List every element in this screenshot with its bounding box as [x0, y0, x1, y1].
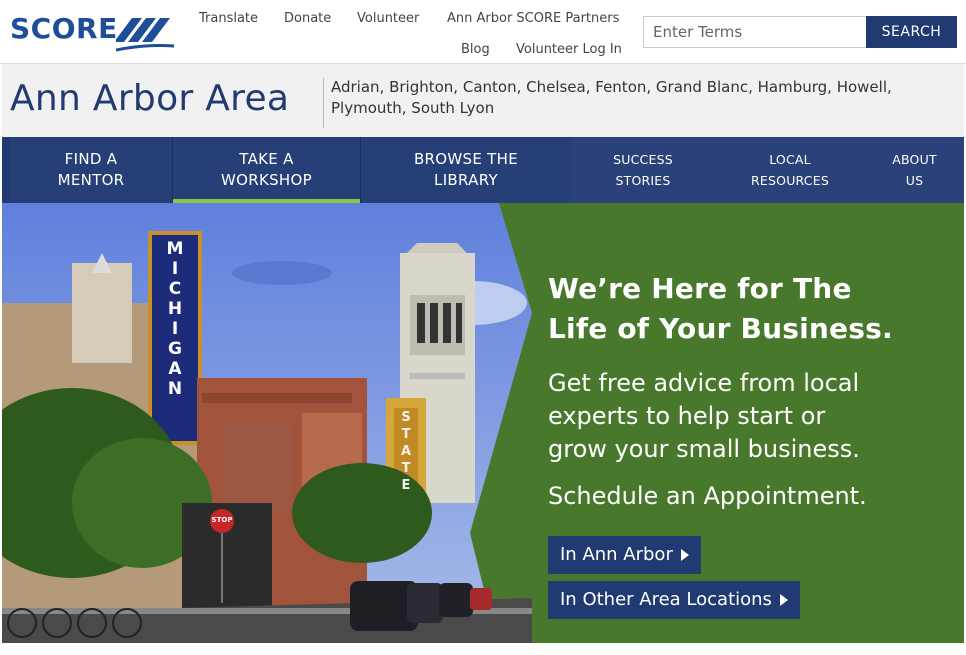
nav-label-line2: MENTOR — [57, 171, 125, 189]
hero-street-photo — [2, 203, 532, 643]
nav-label-line1: ABOUT — [892, 152, 937, 167]
hero-text: We’re Here for The Life of Your Business… — [548, 269, 948, 512]
location-bar: Ann Arbor Area Adrian, Brighton, Canton,… — [2, 64, 964, 137]
main-nav: FIND A MENTOR TAKE A WORKSHOP BROWSE THE LI… — [2, 137, 964, 203]
play-arrow-icon — [680, 549, 689, 561]
area-cities: Adrian, Brighton, Canton, Chelsea, Fento… — [331, 78, 892, 117]
sign-letter: S — [401, 410, 411, 425]
subline-line1: Get free advice from local — [548, 369, 860, 397]
cta-label: In Ann Arbor — [560, 544, 673, 565]
michigan-sign-text: MICHIGAN — [152, 239, 198, 399]
headline-line2: Life of Your Business. — [548, 312, 893, 345]
donate-link[interactable]: Donate — [284, 11, 331, 26]
sign-letter: H — [167, 299, 183, 319]
sign-letter: E — [401, 478, 411, 493]
nav-label-line1: LOCAL — [769, 152, 811, 167]
stop-sign-text: STOP — [211, 516, 233, 524]
nav-label-line2: RESOURCES — [751, 173, 829, 188]
sign-letter: T — [401, 461, 411, 476]
sign-letter: M — [166, 239, 184, 259]
nav-take-a-workshop[interactable]: TAKE A WORKSHOP — [173, 137, 360, 203]
sign-letter: I — [171, 319, 179, 339]
headline-line1: We’re Here for The — [548, 272, 852, 305]
area-title: Ann Arbor Area — [10, 78, 290, 119]
state-sign-text: STATE — [394, 409, 418, 494]
nav-label-line2: LIBRARY — [434, 171, 498, 189]
score-logo[interactable]: SCORE — [10, 12, 175, 56]
sign-letter: A — [400, 444, 412, 459]
partners-link[interactable]: Ann Arbor SCORE Partners — [447, 11, 619, 26]
search-button[interactable]: SEARCH — [866, 16, 957, 48]
search-input[interactable] — [643, 16, 866, 48]
volunteer-login-link[interactable]: Volunteer Log In — [516, 42, 622, 57]
sign-letter: C — [168, 279, 182, 299]
nav-local-resources[interactable]: LOCAL RESOURCES — [715, 137, 865, 203]
sign-letter: T — [401, 427, 411, 442]
nav-label-line1: SUCCESS — [613, 152, 673, 167]
in-ann-arbor-button[interactable]: In Ann Arbor — [548, 536, 701, 574]
nav-label-line2: STORIES — [615, 173, 671, 188]
hero-subheadline: Get free advice from local experts to he… — [548, 367, 948, 466]
translate-link[interactable]: Translate — [199, 11, 258, 26]
play-arrow-icon — [779, 594, 788, 606]
logo-wordmark: SCORE — [10, 12, 118, 45]
sign-letter: I — [171, 259, 179, 279]
hero-headline: We’re Here for The Life of Your Business… — [548, 269, 948, 349]
nav-label-line2: US — [905, 173, 924, 188]
blog-link[interactable]: Blog — [461, 42, 490, 57]
top-header: SCORE Translate Donate Volunteer Ann Arb… — [0, 0, 966, 64]
nav-find-a-mentor[interactable]: FIND A MENTOR — [10, 137, 172, 203]
nav-label-line1: FIND A — [64, 150, 118, 168]
divider — [323, 78, 324, 128]
nav-about-us[interactable]: ABOUT US — [865, 137, 964, 203]
sign-letter: N — [167, 379, 183, 399]
subline-line2: experts to help start or — [548, 402, 826, 430]
schedule-appointment-text: Schedule an Appointment. — [548, 482, 867, 510]
nav-label-line2: WORKSHOP — [221, 171, 312, 189]
page-bottom — [0, 643, 966, 655]
other-locations-button[interactable]: In Other Area Locations — [548, 581, 800, 619]
hero-banner: MICHIGAN STATE STOP We’re Here for The L… — [2, 203, 964, 643]
sign-letter: G — [168, 339, 182, 359]
volunteer-link[interactable]: Volunteer — [357, 11, 419, 26]
nav-label-line1: TAKE A — [239, 150, 294, 168]
nav-label-line1: BROWSE THE — [413, 150, 519, 168]
sign-letter: A — [168, 359, 182, 379]
cta-label: In Other Area Locations — [560, 589, 772, 610]
nav-success-stories[interactable]: SUCCESS STORIES — [571, 137, 715, 203]
subline-line3: grow your small business. — [548, 435, 860, 463]
nav-browse-the-library[interactable]: BROWSE THE LIBRARY — [361, 137, 571, 203]
logo-stripes-icon — [116, 18, 175, 52]
